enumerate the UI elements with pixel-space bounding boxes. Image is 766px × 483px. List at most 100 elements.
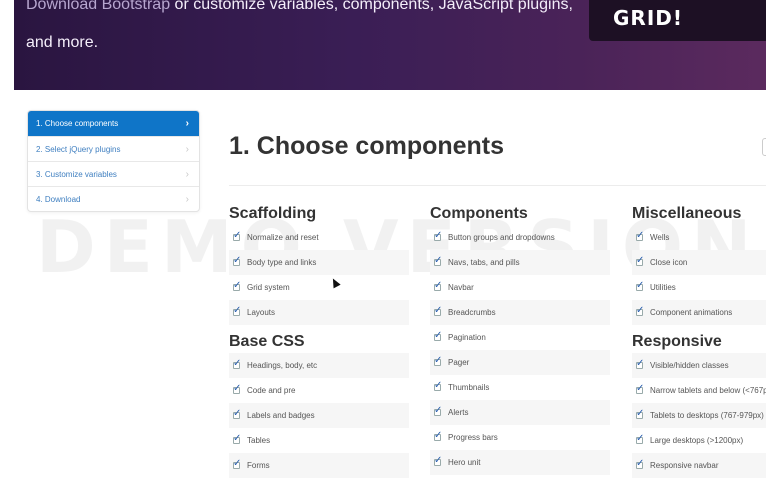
checkbox-checked-icon[interactable] bbox=[434, 255, 442, 266]
option-label: Navs, tabs, and pills bbox=[448, 258, 520, 267]
option-label: Alerts bbox=[448, 408, 469, 417]
option-label: Thumbnails bbox=[448, 383, 490, 392]
option-label: Navbar bbox=[448, 283, 474, 292]
checkbox-checked-icon[interactable] bbox=[434, 380, 442, 391]
checkbox-checked-icon[interactable] bbox=[233, 280, 241, 291]
option-label: Progress bars bbox=[448, 433, 498, 442]
option-forms[interactable]: Forms bbox=[229, 453, 409, 478]
option-navs[interactable]: Navs, tabs, and pills bbox=[430, 250, 610, 275]
option-pagination[interactable]: Pagination bbox=[430, 325, 610, 350]
option-label: Responsive navbar bbox=[650, 461, 719, 470]
chevron-right-icon: › bbox=[185, 193, 189, 205]
option-normalize[interactable]: Normalize and reset bbox=[229, 225, 409, 250]
option-large-desktops[interactable]: Large desktops (>1200px) bbox=[632, 428, 766, 453]
option-label: Visible/hidden classes bbox=[650, 361, 729, 370]
option-pager[interactable]: Pager bbox=[430, 350, 610, 375]
option-label: Headings, body, etc bbox=[247, 361, 318, 370]
section-title-base-css: Base CSS bbox=[229, 333, 305, 350]
option-grid-system[interactable]: Grid system bbox=[229, 275, 409, 300]
checkbox-checked-icon[interactable] bbox=[434, 405, 442, 416]
hero-banner: Download Bootstrap or customize variable… bbox=[14, 0, 766, 90]
download-bootstrap-link[interactable]: Download Bootstrap bbox=[26, 0, 170, 13]
checkbox-checked-icon[interactable] bbox=[434, 280, 442, 291]
step-label: 2. Select jQuery plugins bbox=[36, 144, 121, 154]
checkbox-checked-icon[interactable] bbox=[636, 305, 644, 316]
grid-button[interactable]: GRID! bbox=[589, 0, 766, 41]
option-label: Labels and badges bbox=[247, 411, 315, 420]
chevron-right-icon: › bbox=[185, 168, 189, 180]
option-headings[interactable]: Headings, body, etc bbox=[229, 353, 409, 378]
option-tablets-desktops[interactable]: Tablets to desktops (767-979px) bbox=[632, 403, 766, 428]
option-alerts[interactable]: Alerts bbox=[430, 400, 610, 425]
checkbox-checked-icon[interactable] bbox=[233, 255, 241, 266]
option-label: Tablets to desktops (767-979px) bbox=[650, 411, 764, 420]
option-breadcrumbs[interactable]: Breadcrumbs bbox=[430, 300, 610, 325]
option-label: Utilities bbox=[650, 283, 676, 292]
option-label: Code and pre bbox=[247, 386, 296, 395]
option-visible-hidden[interactable]: Visible/hidden classes bbox=[632, 353, 766, 378]
chevron-right-icon: › bbox=[185, 143, 189, 155]
checkbox-checked-icon[interactable] bbox=[233, 458, 241, 469]
option-button-groups[interactable]: Button groups and dropdowns bbox=[430, 225, 610, 250]
checkbox-checked-icon[interactable] bbox=[636, 230, 644, 241]
checkbox-checked-icon[interactable] bbox=[434, 455, 442, 466]
option-label: Pager bbox=[448, 358, 470, 367]
title-divider bbox=[229, 185, 766, 186]
checkbox-checked-icon[interactable] bbox=[636, 358, 644, 369]
checkbox-checked-icon[interactable] bbox=[636, 408, 644, 419]
option-label: Button groups and dropdowns bbox=[448, 233, 555, 242]
option-thumbnails[interactable]: Thumbnails bbox=[430, 375, 610, 400]
checkbox-checked-icon[interactable] bbox=[434, 355, 442, 366]
option-wells[interactable]: Wells bbox=[632, 225, 766, 250]
checkbox-checked-icon[interactable] bbox=[636, 280, 644, 291]
checkbox-checked-icon[interactable] bbox=[434, 430, 442, 441]
step-customize-variables[interactable]: 3. Customize variables › bbox=[28, 161, 199, 186]
checkbox-checked-icon[interactable] bbox=[636, 458, 644, 469]
checkbox-checked-icon[interactable] bbox=[434, 305, 442, 316]
section-title-responsive: Responsive bbox=[632, 333, 722, 350]
checkbox-checked-icon[interactable] bbox=[636, 383, 644, 394]
option-label: Grid system bbox=[247, 283, 290, 292]
checkbox-checked-icon[interactable] bbox=[636, 433, 644, 444]
checkbox-checked-icon[interactable] bbox=[434, 330, 442, 341]
option-progress-bars[interactable]: Progress bars bbox=[430, 425, 610, 450]
option-responsive-navbar[interactable]: Responsive navbar bbox=[632, 453, 766, 478]
checkbox-checked-icon[interactable] bbox=[233, 408, 241, 419]
steps-nav: 1. Choose components › 2. Select jQuery … bbox=[27, 110, 200, 212]
option-utilities[interactable]: Utilities bbox=[632, 275, 766, 300]
option-body-type[interactable]: Body type and links bbox=[229, 250, 409, 275]
column-components: Components Button groups and dropdowns N… bbox=[430, 205, 610, 475]
section-title-scaffolding: Scaffolding bbox=[229, 205, 317, 222]
option-label: Close icon bbox=[650, 258, 688, 267]
option-label: Normalize and reset bbox=[247, 233, 319, 242]
option-label: Large desktops (>1200px) bbox=[650, 436, 744, 445]
step-download[interactable]: 4. Download › bbox=[28, 186, 199, 211]
step-label: 4. Download bbox=[36, 194, 81, 204]
option-component-animations[interactable]: Component animations bbox=[632, 300, 766, 325]
checkbox-checked-icon[interactable] bbox=[233, 358, 241, 369]
option-label: Hero unit bbox=[448, 458, 481, 467]
option-close-icon[interactable]: Close icon bbox=[632, 250, 766, 275]
step-label: 1. Choose components bbox=[36, 119, 119, 128]
section-title-components: Components bbox=[430, 205, 528, 222]
option-tables[interactable]: Tables bbox=[229, 428, 409, 453]
option-code[interactable]: Code and pre bbox=[229, 378, 409, 403]
checkbox-checked-icon[interactable] bbox=[233, 383, 241, 394]
option-label: Layouts bbox=[247, 308, 276, 317]
checkbox-checked-icon[interactable] bbox=[233, 230, 241, 241]
checkbox-checked-icon[interactable] bbox=[233, 433, 241, 444]
checkbox-checked-icon[interactable] bbox=[434, 230, 442, 241]
option-hero-unit[interactable]: Hero unit bbox=[430, 450, 610, 475]
partial-button[interactable] bbox=[762, 138, 766, 156]
option-labels-badges[interactable]: Labels and badges bbox=[229, 403, 409, 428]
page-title: 1. Choose components bbox=[229, 132, 505, 160]
step-select-jquery-plugins[interactable]: 2. Select jQuery plugins › bbox=[28, 136, 199, 161]
step-choose-components[interactable]: 1. Choose components › bbox=[28, 111, 199, 136]
option-layouts[interactable]: Layouts bbox=[229, 300, 409, 325]
option-label: Narrow tablets and below (<767px) bbox=[650, 386, 766, 395]
checkbox-checked-icon[interactable] bbox=[233, 305, 241, 316]
checkbox-checked-icon[interactable] bbox=[636, 255, 644, 266]
option-navbar[interactable]: Navbar bbox=[430, 275, 610, 300]
column-misc-responsive: Miscellaneous Wells Close icon Utilities… bbox=[632, 205, 766, 478]
option-narrow-tablets[interactable]: Narrow tablets and below (<767px) bbox=[632, 378, 766, 403]
